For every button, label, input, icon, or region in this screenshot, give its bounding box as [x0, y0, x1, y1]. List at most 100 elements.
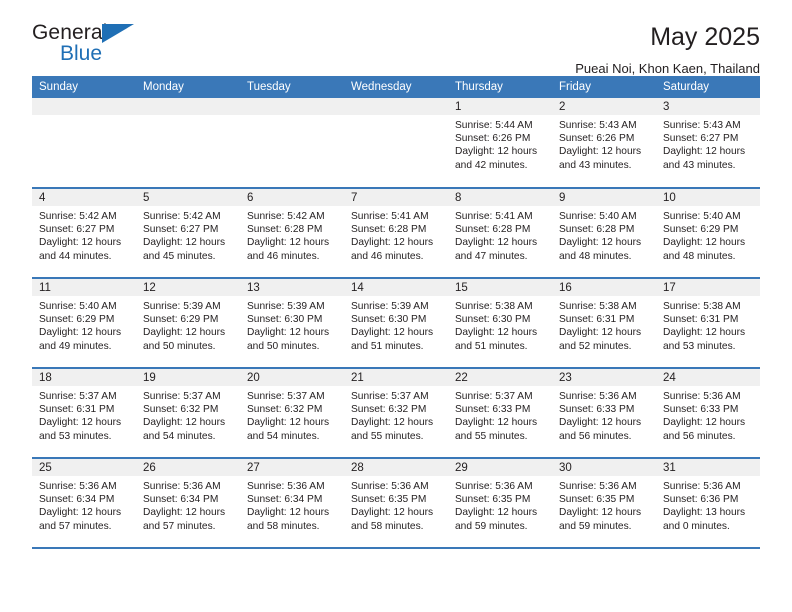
calendar-day-cell[interactable]: 19 Sunrise: 5:37 AM Sunset: 6:32 PM Dayligh… — [136, 368, 240, 459]
calendar-day-cell[interactable]: 13 Sunrise: 5:39 AM Sunset: 6:30 PM Dayligh… — [240, 278, 344, 369]
sunset-time: Sunset: 6:34 PM — [143, 494, 219, 506]
calendar-day-cell[interactable]: 23 Sunrise: 5:36 AM Sunset: 6:33 PM Dayligh… — [552, 368, 656, 459]
calendar-day-cell[interactable]: 30 Sunrise: 5:36 AM Sunset: 6:35 PM Dayligh… — [552, 458, 656, 549]
day-details: Sunrise: 5:36 AM Sunset: 6:35 PM Daylight:… — [552, 476, 656, 533]
daylight-duration-line1: Daylight: 12 hours — [351, 237, 434, 249]
flag-triangle-icon — [102, 24, 134, 43]
calendar-day-cell[interactable]: 16 Sunrise: 5:38 AM Sunset: 6:31 PM Dayligh… — [552, 278, 656, 369]
sunset-time: Sunset: 6:30 PM — [247, 314, 323, 326]
weekday-header-tuesday: Tuesday — [240, 76, 344, 98]
sunrise-time: Sunrise: 5:39 AM — [247, 301, 325, 312]
calendar-day-cell[interactable]: 15 Sunrise: 5:38 AM Sunset: 6:30 PM Dayligh… — [448, 278, 552, 369]
sunrise-time: Sunrise: 5:36 AM — [455, 481, 533, 492]
sunset-time: Sunset: 6:34 PM — [247, 494, 323, 506]
sunset-time: Sunset: 6:28 PM — [351, 224, 427, 236]
daylight-duration-line2: and 57 minutes. — [143, 520, 216, 532]
sunrise-time: Sunrise: 5:42 AM — [143, 211, 221, 222]
calendar-day-cell[interactable]: 17 Sunrise: 5:38 AM Sunset: 6:31 PM Dayligh… — [656, 278, 760, 369]
daylight-duration-line2: and 52 minutes. — [559, 340, 632, 352]
sunset-time: Sunset: 6:30 PM — [351, 314, 427, 326]
daylight-duration-line1: Daylight: 12 hours — [143, 507, 226, 519]
sunrise-time: Sunrise: 5:36 AM — [559, 391, 637, 402]
sunrise-time: Sunrise: 5:38 AM — [663, 301, 741, 312]
day-details: Sunrise: 5:36 AM Sunset: 6:34 PM Daylight:… — [136, 476, 240, 533]
calendar-day-cell[interactable]: 1 Sunrise: 5:44 AM Sunset: 6:26 PM Daylight… — [448, 98, 552, 189]
calendar-day-cell[interactable]: 26 Sunrise: 5:36 AM Sunset: 6:34 PM Dayligh… — [136, 458, 240, 549]
calendar-day-cell[interactable]: 21 Sunrise: 5:37 AM Sunset: 6:32 PM Dayligh… — [344, 368, 448, 459]
calendar-day-cell[interactable]: 25 Sunrise: 5:36 AM Sunset: 6:34 PM Dayligh… — [32, 458, 136, 549]
day-number: 10 — [656, 189, 760, 206]
calendar-day-cell[interactable]: 4 Sunrise: 5:42 AM Sunset: 6:27 PM Daylight… — [32, 188, 136, 279]
day-details: Sunrise: 5:40 AM Sunset: 6:28 PM Daylight:… — [552, 206, 656, 263]
daylight-duration-line1: Daylight: 12 hours — [663, 327, 746, 339]
daylight-duration-line1: Daylight: 12 hours — [143, 237, 226, 249]
calendar-day-cell[interactable]: 2 Sunrise: 5:43 AM Sunset: 6:26 PM Daylight… — [552, 98, 656, 189]
page-header: General Blue May 2025 Pueai Noi, Khon Ka… — [32, 0, 760, 76]
calendar-day-cell[interactable]: 10 Sunrise: 5:40 AM Sunset: 6:29 PM Dayligh… — [656, 188, 760, 279]
daylight-duration-line1: Daylight: 13 hours — [663, 507, 746, 519]
day-number: 9 — [552, 189, 656, 206]
day-number: 16 — [552, 279, 656, 296]
sunset-time: Sunset: 6:33 PM — [455, 404, 531, 416]
daylight-duration-line2: and 46 minutes. — [351, 250, 424, 262]
daylight-duration-line2: and 55 minutes. — [455, 430, 528, 442]
calendar-day-cell[interactable]: 29 Sunrise: 5:36 AM Sunset: 6:35 PM Dayligh… — [448, 458, 552, 549]
sunrise-time: Sunrise: 5:39 AM — [143, 301, 221, 312]
sunset-time: Sunset: 6:28 PM — [455, 224, 531, 236]
calendar-day-cell[interactable]: 12 Sunrise: 5:39 AM Sunset: 6:29 PM Dayligh… — [136, 278, 240, 369]
daylight-duration-line1: Daylight: 12 hours — [351, 327, 434, 339]
day-details: Sunrise: 5:38 AM Sunset: 6:30 PM Daylight:… — [448, 296, 552, 353]
calendar-day-cell[interactable]: 3 Sunrise: 5:43 AM Sunset: 6:27 PM Daylight… — [656, 98, 760, 189]
day-number: 31 — [656, 459, 760, 476]
calendar-day-cell[interactable]: 5 Sunrise: 5:42 AM Sunset: 6:27 PM Daylight… — [136, 188, 240, 279]
calendar-day-cell[interactable]: 14 Sunrise: 5:39 AM Sunset: 6:30 PM Dayligh… — [344, 278, 448, 369]
daylight-duration-line1: Daylight: 12 hours — [455, 507, 538, 519]
daylight-duration-line2: and 56 minutes. — [559, 430, 632, 442]
daylight-duration-line1: Daylight: 12 hours — [247, 327, 330, 339]
calendar-day-cell[interactable]: 18 Sunrise: 5:37 AM Sunset: 6:31 PM Dayligh… — [32, 368, 136, 459]
calendar-day-cell[interactable]: 31 Sunrise: 5:36 AM Sunset: 6:36 PM Dayligh… — [656, 458, 760, 549]
daylight-duration-line2: and 59 minutes. — [455, 520, 528, 532]
calendar-body: 1 Sunrise: 5:44 AM Sunset: 6:26 PM Daylight… — [32, 98, 760, 549]
day-number — [344, 98, 448, 115]
calendar-day-cell[interactable]: 6 Sunrise: 5:42 AM Sunset: 6:28 PM Daylight… — [240, 188, 344, 279]
day-number: 23 — [552, 369, 656, 386]
logo-text-general: General — [32, 21, 108, 44]
calendar-day-cell[interactable]: 7 Sunrise: 5:41 AM Sunset: 6:28 PM Daylight… — [344, 188, 448, 279]
day-details: Sunrise: 5:43 AM Sunset: 6:27 PM Daylight:… — [656, 115, 760, 172]
day-number — [240, 98, 344, 115]
daylight-duration-line2: and 59 minutes. — [559, 520, 632, 532]
calendar-day-cell[interactable]: 27 Sunrise: 5:36 AM Sunset: 6:34 PM Dayligh… — [240, 458, 344, 549]
day-number: 28 — [344, 459, 448, 476]
day-details: Sunrise: 5:38 AM Sunset: 6:31 PM Daylight:… — [552, 296, 656, 353]
general-blue-logo[interactable]: General Blue — [32, 22, 147, 70]
sunrise-time: Sunrise: 5:36 AM — [247, 481, 325, 492]
sunrise-time: Sunrise: 5:37 AM — [39, 391, 117, 402]
day-number: 19 — [136, 369, 240, 386]
day-number: 2 — [552, 98, 656, 115]
sunset-time: Sunset: 6:34 PM — [39, 494, 115, 506]
sunset-time: Sunset: 6:35 PM — [455, 494, 531, 506]
calendar-day-cell[interactable]: 22 Sunrise: 5:37 AM Sunset: 6:33 PM Dayligh… — [448, 368, 552, 459]
calendar-week-row: 4 Sunrise: 5:42 AM Sunset: 6:27 PM Daylight… — [32, 188, 760, 279]
calendar-day-cell[interactable]: 9 Sunrise: 5:40 AM Sunset: 6:28 PM Daylight… — [552, 188, 656, 279]
day-details: Sunrise: 5:41 AM Sunset: 6:28 PM Daylight:… — [344, 206, 448, 263]
daylight-duration-line2: and 42 minutes. — [455, 159, 528, 171]
daylight-duration-line1: Daylight: 12 hours — [455, 146, 538, 158]
day-details: Sunrise: 5:36 AM Sunset: 6:34 PM Daylight:… — [32, 476, 136, 533]
weekday-header-sunday: Sunday — [32, 76, 136, 98]
calendar-day-cell[interactable]: 28 Sunrise: 5:36 AM Sunset: 6:35 PM Dayligh… — [344, 458, 448, 549]
sunset-time: Sunset: 6:28 PM — [247, 224, 323, 236]
day-details: Sunrise: 5:37 AM Sunset: 6:33 PM Daylight:… — [448, 386, 552, 443]
calendar-day-cell[interactable]: 24 Sunrise: 5:36 AM Sunset: 6:33 PM Dayligh… — [656, 368, 760, 459]
calendar-day-cell[interactable]: 8 Sunrise: 5:41 AM Sunset: 6:28 PM Daylight… — [448, 188, 552, 279]
calendar-cell-empty — [344, 98, 448, 189]
daylight-duration-line1: Daylight: 12 hours — [39, 417, 122, 429]
day-number: 14 — [344, 279, 448, 296]
daylight-duration-line1: Daylight: 12 hours — [143, 417, 226, 429]
calendar-day-cell[interactable]: 11 Sunrise: 5:40 AM Sunset: 6:29 PM Dayligh… — [32, 278, 136, 369]
day-number: 8 — [448, 189, 552, 206]
sunset-time: Sunset: 6:35 PM — [559, 494, 635, 506]
day-number: 12 — [136, 279, 240, 296]
calendar-day-cell[interactable]: 20 Sunrise: 5:37 AM Sunset: 6:32 PM Dayligh… — [240, 368, 344, 459]
